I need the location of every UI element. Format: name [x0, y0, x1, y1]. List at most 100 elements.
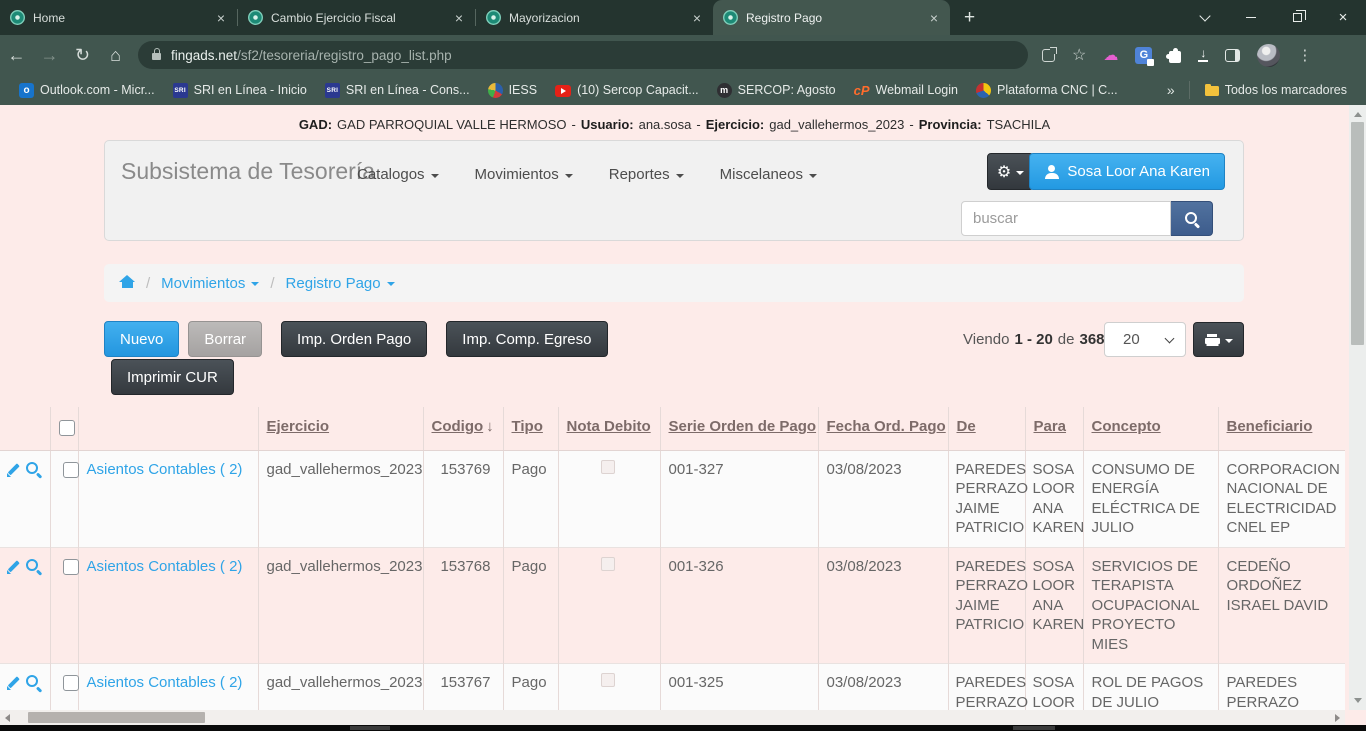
cloud-extension-icon[interactable]: ☁: [1103, 46, 1118, 64]
all-bookmarks-button[interactable]: Todos los marcadores: [1196, 80, 1356, 100]
downloads-icon[interactable]: ↓: [1198, 48, 1208, 62]
asientos-contables-link[interactable]: Asientos Contables ( 2): [87, 674, 243, 691]
user-menu-button[interactable]: Sosa Loor Ana Karen: [1029, 153, 1225, 190]
tab-registro-pago-active[interactable]: Registro Pago ×: [713, 0, 950, 35]
header-fecha[interactable]: Fecha Ord. Pago: [818, 407, 948, 450]
row-checkbox[interactable]: [63, 462, 79, 478]
imp-orden-pago-button[interactable]: Imp. Orden Pago: [281, 321, 427, 357]
home-icon[interactable]: [119, 275, 135, 289]
cell-para: SOSA LOOR ANA KAREN: [1025, 547, 1083, 664]
header-concepto[interactable]: Concepto: [1083, 407, 1218, 450]
bookmark-iess[interactable]: IESS: [479, 80, 547, 101]
close-window-button[interactable]: ×: [1320, 0, 1366, 35]
profile-avatar[interactable]: [1257, 44, 1280, 67]
chevron-down-icon: [1016, 171, 1024, 175]
share-icon[interactable]: [1042, 49, 1055, 62]
select-all-checkbox[interactable]: [59, 420, 75, 436]
bookmark-sercop-agosto[interactable]: m SERCOP: Agosto: [708, 80, 845, 101]
header-para[interactable]: Para: [1025, 407, 1083, 450]
view-icon[interactable]: [25, 558, 41, 574]
lock-icon[interactable]: [152, 53, 161, 60]
tab-mayorizacion[interactable]: Mayorizacion ×: [476, 0, 713, 35]
tab-search-button[interactable]: [1182, 0, 1228, 35]
print-button[interactable]: [1193, 322, 1244, 357]
header-codigo[interactable]: Codigo↓: [423, 407, 503, 450]
horizontal-scroll-thumb[interactable]: [28, 712, 205, 723]
breadcrumb-separator: /: [270, 275, 274, 292]
breadcrumb-registro-pago[interactable]: Registro Pago: [286, 275, 395, 292]
header-de[interactable]: De: [948, 407, 1025, 450]
header-ejercicio[interactable]: Ejercicio: [258, 407, 423, 450]
tab-close-icon[interactable]: ×: [928, 10, 940, 26]
header-beneficiario[interactable]: Beneficiario: [1218, 407, 1345, 450]
chevron-down-icon: [676, 174, 684, 178]
menu-miscelaneos[interactable]: Miscelaneos: [720, 166, 817, 183]
bookmarks-overflow-chevron[interactable]: »: [1159, 82, 1183, 98]
asientos-contables-link[interactable]: Asientos Contables ( 2): [87, 558, 243, 575]
extensions-puzzle-icon[interactable]: [1169, 51, 1181, 63]
table-header-row: Ejercicio Codigo↓ Tipo Nota Debito Serie…: [0, 407, 1345, 450]
records-table: Ejercicio Codigo↓ Tipo Nota Debito Serie…: [0, 407, 1345, 710]
bookmark-webmail[interactable]: cP Webmail Login: [845, 80, 967, 101]
tab-close-icon[interactable]: ×: [215, 10, 227, 26]
bookmark-sri-consultas[interactable]: SRI SRI en Línea - Cons...: [316, 80, 479, 101]
menu-movimientos[interactable]: Movimientos: [475, 166, 573, 183]
search-input[interactable]: [961, 201, 1171, 236]
forward-button[interactable]: →: [33, 45, 66, 66]
menu-reportes[interactable]: Reportes: [609, 166, 684, 183]
imprimir-cur-button[interactable]: Imprimir CUR: [111, 359, 234, 395]
header-label: Ejercicio: [267, 418, 330, 435]
bookmark-sercop-video[interactable]: (10) Sercop Capacit...: [546, 80, 708, 100]
back-button[interactable]: ←: [0, 45, 33, 66]
row-checkbox[interactable]: [63, 559, 79, 575]
horizontal-scrollbar[interactable]: [0, 710, 1345, 725]
sort-desc-icon: ↓: [486, 418, 494, 435]
tab-cambio-ejercicio[interactable]: Cambio Ejercicio Fiscal ×: [238, 0, 475, 35]
row-checkbox[interactable]: [63, 675, 79, 691]
browser-menu-icon[interactable]: ⋮: [1297, 46, 1312, 64]
nuevo-button[interactable]: Nuevo: [104, 321, 179, 357]
vertical-scroll-thumb[interactable]: [1351, 122, 1364, 345]
translate-extension-icon[interactable]: G: [1135, 47, 1152, 64]
address-bar[interactable]: fingads.net/sf2/tesoreria/registro_pago_…: [138, 41, 1028, 69]
scroll-right-arrow[interactable]: [1330, 710, 1345, 725]
bookmark-sri-inicio[interactable]: SRI SRI en Línea - Inicio: [164, 80, 316, 101]
new-tab-button[interactable]: +: [964, 7, 975, 29]
bookmark-cnc[interactable]: Plataforma CNC | C...: [967, 80, 1127, 101]
bookmark-outlook[interactable]: o Outlook.com - Micr...: [10, 80, 164, 101]
bookmark-star-icon[interactable]: ☆: [1072, 45, 1086, 65]
scroll-down-arrow[interactable]: [1349, 693, 1366, 708]
edit-icon[interactable]: [7, 558, 22, 574]
sri-icon: SRI: [325, 83, 340, 98]
side-panel-icon[interactable]: [1225, 49, 1240, 62]
view-icon[interactable]: [25, 674, 41, 690]
vertical-scrollbar[interactable]: [1349, 105, 1366, 710]
breadcrumb-movimientos[interactable]: Movimientos: [161, 275, 259, 292]
minimize-button[interactable]: [1228, 0, 1274, 35]
settings-button[interactable]: ⚙: [987, 153, 1034, 190]
asientos-contables-link[interactable]: Asientos Contables ( 2): [87, 461, 243, 478]
home-button[interactable]: ⌂: [99, 45, 132, 66]
search-button[interactable]: [1171, 201, 1213, 236]
scroll-left-arrow[interactable]: [0, 710, 15, 725]
reload-button[interactable]: ↻: [66, 45, 99, 66]
borrar-button[interactable]: Borrar: [188, 321, 262, 357]
edit-icon[interactable]: [7, 674, 22, 690]
cell-ejercicio: gad_vallehermos_2023: [258, 450, 423, 547]
header-label: Para: [1034, 418, 1067, 435]
usuario-value: ana.sosa: [639, 117, 692, 132]
menu-catalogos[interactable]: Catalogos: [357, 166, 439, 183]
page-size-select[interactable]: 20: [1104, 322, 1186, 357]
url-text: fingads.net/sf2/tesoreria/registro_pago_…: [171, 48, 452, 63]
header-tipo[interactable]: Tipo: [503, 407, 558, 450]
header-nota-debito[interactable]: Nota Debito: [558, 407, 660, 450]
header-serie[interactable]: Serie Orden de Pago: [660, 407, 818, 450]
tab-close-icon[interactable]: ×: [453, 10, 465, 26]
scroll-up-arrow[interactable]: [1349, 107, 1366, 122]
edit-icon[interactable]: [7, 461, 22, 477]
imp-comp-egreso-button[interactable]: Imp. Comp. Egreso: [446, 321, 607, 357]
tab-home[interactable]: Home ×: [0, 0, 237, 35]
tab-close-icon[interactable]: ×: [691, 10, 703, 26]
view-icon[interactable]: [25, 461, 41, 477]
restore-button[interactable]: [1274, 0, 1320, 35]
